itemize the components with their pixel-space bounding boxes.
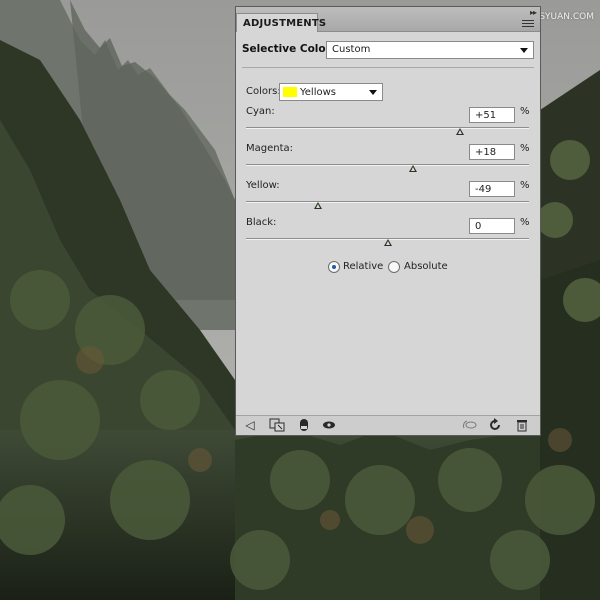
preset-value: Custom [332,44,371,55]
yellow-value-field[interactable]: -49 [469,181,515,197]
absolute-radio[interactable] [388,261,400,273]
yellow-percent-sign: % [520,180,530,191]
absolute-label[interactable]: Absolute [404,261,448,272]
cyan-slider-track[interactable] [246,127,529,129]
black-percent-sign: % [520,217,530,228]
reset-icon[interactable] [488,418,502,432]
color-swatch [283,87,297,97]
cyan-slider-block: Cyan: +51 % [246,106,534,138]
back-arrow-icon[interactable]: ◁ [242,418,258,432]
yellow-slider-thumb[interactable] [314,202,323,209]
magenta-slider-thumb[interactable] [408,165,417,172]
chevron-down-icon [369,90,377,95]
chevron-down-icon [520,48,528,53]
adjustment-type-title: Selective Color [242,43,331,55]
double-chevron-right-icon[interactable]: ▸▸ [530,8,537,17]
magenta-label: Magenta: [246,143,294,154]
magenta-value-field[interactable]: +18 [469,144,515,160]
black-label: Black: [246,217,277,228]
relative-radio[interactable] [328,261,340,273]
divider [242,67,534,68]
colors-dropdown[interactable]: Yellows [279,83,383,101]
preset-row: Selective Color Custom [242,41,534,59]
colors-value: Yellows [300,87,336,98]
magenta-percent-sign: % [520,143,530,154]
black-slider-block: Black: 0 % [246,217,534,249]
trash-icon[interactable] [516,418,528,432]
yellow-slider-track[interactable] [246,201,529,203]
preset-dropdown[interactable]: Custom [326,41,534,59]
relative-label[interactable]: Relative [343,261,383,272]
black-value-field[interactable]: 0 [469,218,515,234]
cyan-slider-thumb[interactable] [455,128,464,135]
cyan-label: Cyan: [246,106,275,117]
adjustments-panel: ADJUSTMENTS ▸▸ Selective Color Custom Co… [235,6,541,436]
magenta-slider-track[interactable] [246,164,529,166]
panel-menu-icon[interactable] [522,20,534,28]
cyan-value-field[interactable]: +51 [469,107,515,123]
panel-header: ADJUSTMENTS ▸▸ [236,7,540,32]
view-previous-state-icon[interactable] [462,418,478,432]
magenta-slider-block: Magenta: +18 % [246,143,534,175]
visibility-eye-icon[interactable] [322,418,336,432]
clip-to-layer-icon[interactable] [268,418,286,432]
layer-mask-icon[interactable] [298,418,310,432]
black-slider-thumb[interactable] [383,239,392,246]
cyan-percent-sign: % [520,106,530,117]
yellow-label: Yellow: [246,180,280,191]
panel-footer-toolbar: ◁ [236,415,540,435]
tab-adjustments[interactable]: ADJUSTMENTS [236,13,326,32]
colors-label: Colors: [246,86,281,97]
yellow-slider-block: Yellow: -49 % [246,180,534,212]
